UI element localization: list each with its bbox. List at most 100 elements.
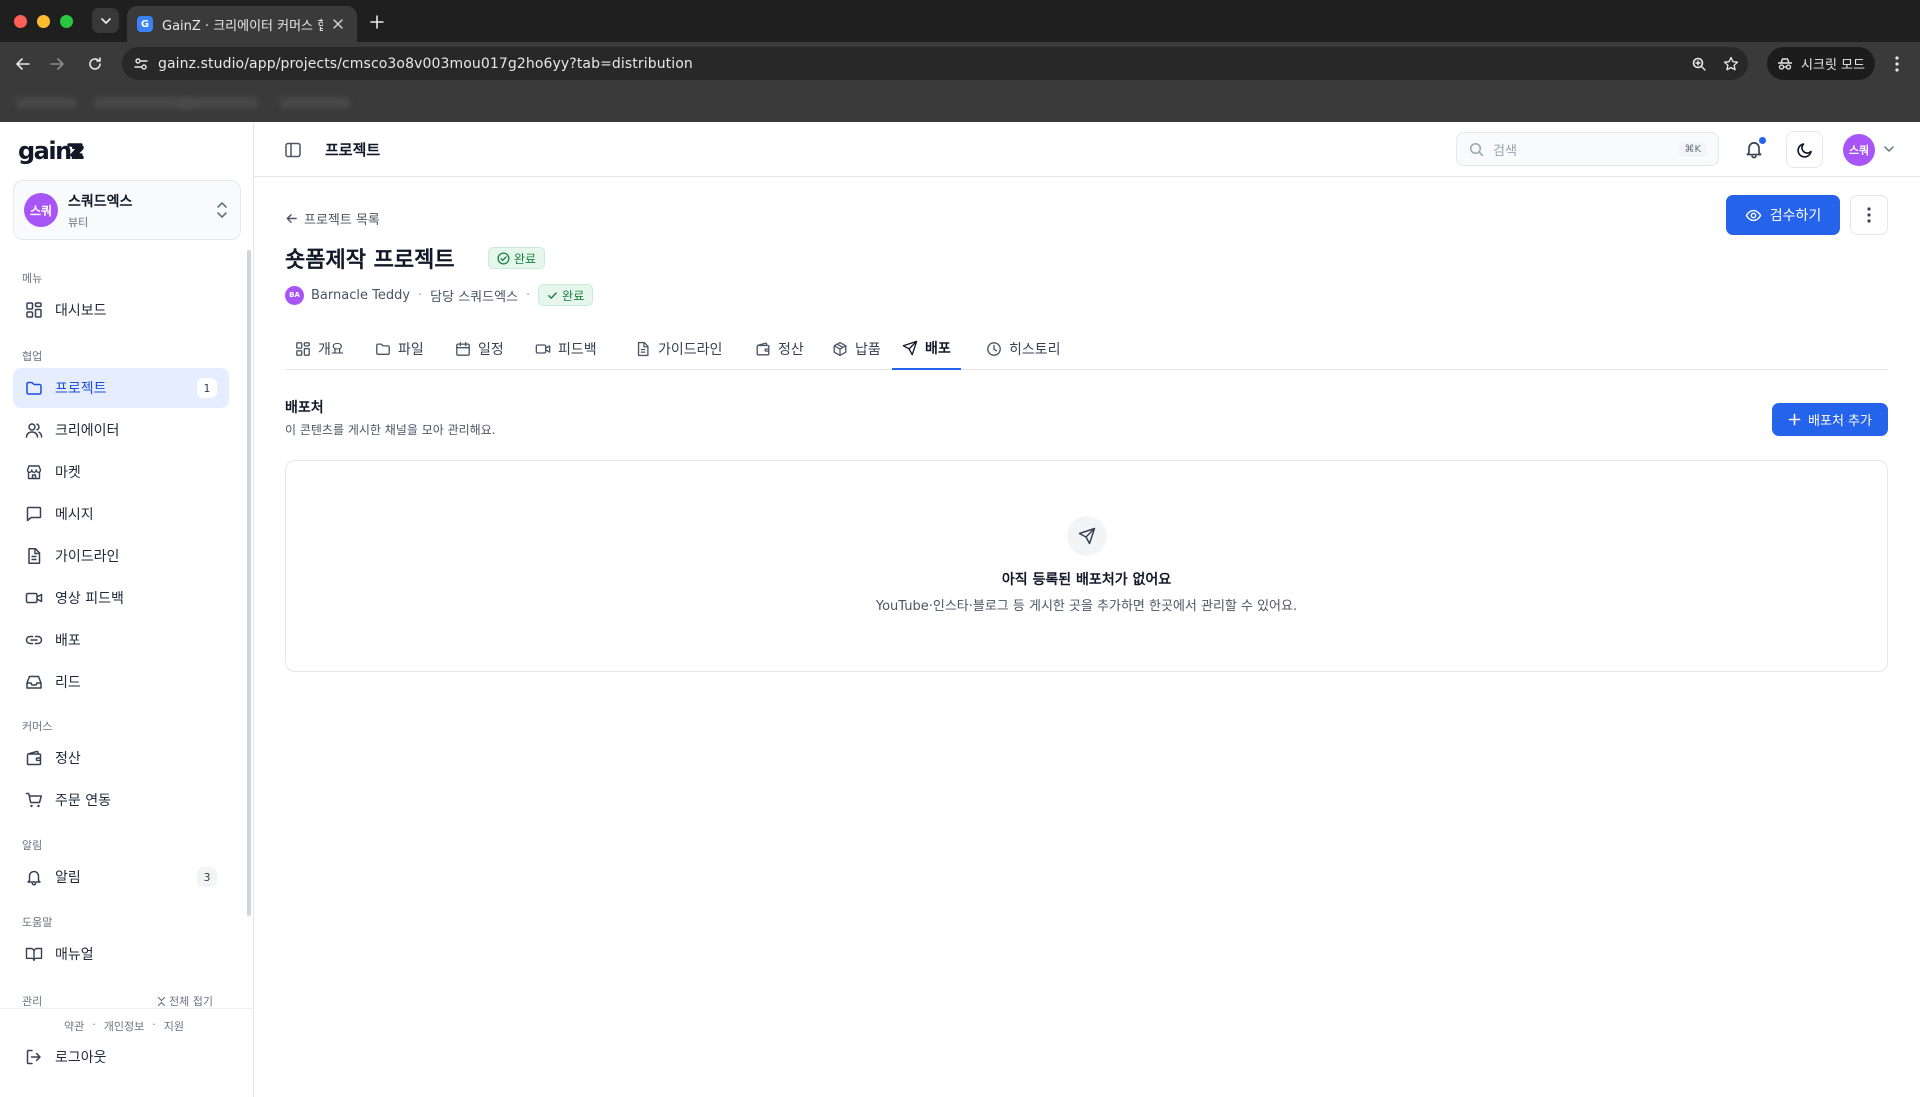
owner-name: Barnacle Teddy: [311, 287, 411, 303]
search-placeholder: 검색: [1493, 143, 1517, 159]
browser-tab[interactable]: G GainZ · 크리에이터 커머스 협업 O: [127, 6, 357, 42]
section-label-help: 도움말: [22, 916, 53, 929]
sidebar-item-notifications[interactable]: 알림 3: [13, 857, 229, 897]
sidebar-item-label: 크리에이터: [55, 423, 120, 439]
sidebar-item-order-sync[interactable]: 주문 연동: [13, 780, 229, 820]
bookmark-item[interactable]: [16, 98, 76, 108]
check-icon: [548, 291, 558, 299]
tab-files[interactable]: 파일: [365, 327, 434, 370]
close-icon: [333, 19, 343, 29]
sidebar-item-label: 메시지: [55, 507, 94, 523]
tab-distribution[interactable]: 배포: [892, 327, 961, 370]
reload-button[interactable]: [82, 51, 108, 77]
tab-settlement[interactable]: 정산: [745, 327, 814, 370]
section-label-commerce: 커머스: [22, 720, 53, 733]
sidebar-item-creators[interactable]: 크리에이터: [13, 410, 229, 450]
notification-dot: [1759, 137, 1766, 144]
more-vertical-icon: [1867, 207, 1871, 223]
gainz-logo[interactable]: gainz: [18, 139, 84, 165]
tab-feedback[interactable]: 피드백: [525, 327, 607, 370]
logout-label: 로그아웃: [55, 1050, 107, 1066]
tab-search-button[interactable]: [92, 8, 119, 33]
support-link[interactable]: 지원: [164, 1018, 184, 1034]
sidebar-item-messages[interactable]: 메시지: [13, 494, 229, 534]
sidebar-item-settlement[interactable]: 정산: [13, 738, 229, 778]
bookmark-item[interactable]: [280, 98, 350, 108]
collapse-all-label: 전체 접기: [169, 995, 213, 1008]
logout-button[interactable]: 로그아웃: [13, 1039, 229, 1075]
panel-left-icon: [285, 142, 301, 158]
chevron-down-icon[interactable]: [1881, 141, 1897, 157]
tab-label: 파일: [398, 341, 424, 358]
sidebar-item-manual[interactable]: 매뉴얼: [13, 934, 229, 974]
sidebar-item-video-feedback[interactable]: 영상 피드백: [13, 578, 229, 618]
incognito-icon: [1778, 57, 1793, 70]
browser-menu-button[interactable]: [1886, 51, 1908, 77]
search-input[interactable]: 검색 ⌘K: [1456, 132, 1719, 166]
sidebar-item-label: 영상 피드백: [55, 591, 124, 607]
back-to-projects-link[interactable]: 프로젝트 목록: [285, 209, 380, 228]
app-root: gainz 스쿼 스쿼드엑스 뷰티 메뉴 대시보드 협업 프로젝트 1 크리에이…: [0, 122, 1920, 1097]
tab-overview[interactable]: 개요: [285, 327, 354, 370]
sidebar-item-projects[interactable]: 프로젝트 1: [13, 368, 229, 408]
folder-icon: [25, 379, 43, 397]
search-shortcut: ⌘K: [1679, 141, 1706, 157]
more-options-button[interactable]: [1850, 195, 1888, 235]
sidebar-item-leads[interactable]: 리드: [13, 662, 229, 702]
address-bar[interactable]: gainz.studio/app/projects/cmsco3o8v003mo…: [122, 47, 1748, 80]
review-button-label: 검수하기: [1769, 208, 1822, 224]
new-tab-button[interactable]: [366, 11, 388, 33]
tab-schedule[interactable]: 일정: [445, 327, 514, 370]
workspace-switcher[interactable]: 스쿼 스쿼드엑스 뷰티: [13, 180, 241, 240]
manager-label: 담당 스쿼드엑스: [430, 289, 519, 305]
sidebar-item-market[interactable]: 마켓: [13, 452, 229, 492]
cart-icon: [25, 791, 43, 809]
clock-icon: [987, 341, 1001, 356]
workspace-avatar: 스쿼: [24, 193, 58, 227]
sidebar-item-label: 주문 연동: [55, 793, 111, 809]
dashboard-icon: [25, 301, 43, 319]
theme-toggle-button[interactable]: [1786, 131, 1823, 168]
arrow-left-icon: [286, 214, 297, 223]
back-button[interactable]: [10, 51, 36, 77]
sidebar-item-label: 배포: [55, 633, 81, 649]
empty-state: 아직 등록된 배포처가 없어요 YouTube·인스타·블로그 등 게시한 곳을…: [285, 460, 1888, 672]
wallet-icon: [756, 342, 770, 355]
review-button[interactable]: 검수하기: [1726, 195, 1840, 235]
tab-close-button[interactable]: [329, 15, 347, 33]
status-badge-label: 완료: [514, 251, 537, 266]
message-square-icon: [25, 505, 43, 523]
bell-icon: [25, 868, 43, 886]
plus-icon: [1788, 413, 1801, 426]
projects-count-badge: 1: [197, 378, 217, 398]
tab-delivery[interactable]: 납품: [822, 327, 891, 370]
terms-link[interactable]: 약관: [64, 1018, 84, 1034]
collapse-all-button[interactable]: 전체 접기: [157, 993, 213, 1009]
sidebar-item-dashboard[interactable]: 대시보드: [13, 290, 229, 330]
tab-guideline[interactable]: 가이드라인: [625, 327, 732, 370]
incognito-indicator[interactable]: 시크릿 모드: [1767, 47, 1875, 80]
grid-icon: [296, 341, 310, 356]
sidebar-toggle-button[interactable]: [282, 139, 304, 161]
calendar-icon: [456, 341, 470, 356]
meta-separator: ·: [526, 287, 531, 303]
tab-history[interactable]: 히스토리: [976, 327, 1071, 370]
forward-button[interactable]: [44, 51, 70, 77]
workspace-category: 뷰티: [68, 215, 89, 229]
close-window-button[interactable]: [14, 15, 27, 28]
maximize-window-button[interactable]: [60, 15, 73, 28]
minimize-window-button[interactable]: [37, 15, 50, 28]
bookmark-star-icon[interactable]: [1720, 53, 1742, 75]
sidebar-scrollbar[interactable]: [247, 250, 251, 916]
folder-icon: [376, 342, 390, 355]
bookmark-item[interactable]: [178, 98, 258, 108]
user-avatar[interactable]: 스쿼: [1843, 134, 1875, 166]
sidebar-item-distribution[interactable]: 배포: [13, 620, 229, 660]
send-icon: [1067, 516, 1107, 556]
sidebar-item-guidelines[interactable]: 가이드라인: [13, 536, 229, 576]
zoom-icon[interactable]: [1688, 53, 1710, 75]
site-info-icon[interactable]: [130, 53, 152, 75]
add-distribution-button[interactable]: 배포처 추가: [1772, 403, 1888, 436]
tab-label: 정산: [778, 341, 804, 358]
privacy-link[interactable]: 개인정보: [104, 1018, 144, 1034]
